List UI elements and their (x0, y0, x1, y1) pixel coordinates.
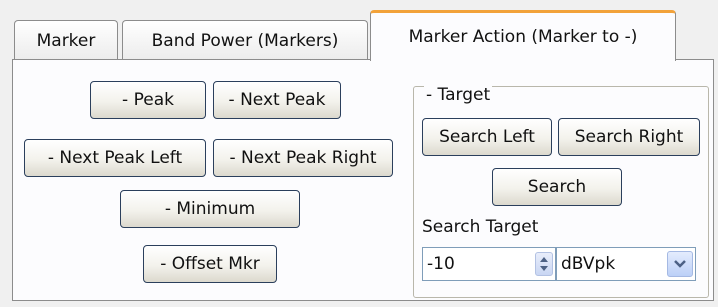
target-group-title: - Target (424, 85, 493, 105)
peak-button[interactable]: - Peak (90, 81, 206, 119)
offset-mkr-button[interactable]: - Offset Mkr (143, 245, 277, 283)
tab-marker-action[interactable]: Marker Action (Marker to -) (370, 10, 676, 61)
unit-select[interactable]: dBVpk (556, 247, 696, 281)
minimum-button[interactable]: - Minimum (120, 190, 300, 228)
search-target-input[interactable] (423, 253, 529, 275)
next-peak-left-button[interactable]: - Next Peak Left (24, 139, 206, 177)
tab-marker[interactable]: Marker (14, 20, 118, 60)
tab-band-power-label: Band Power (Markers) (151, 30, 339, 51)
target-group: - Target Search Left Search Right Search… (413, 85, 709, 298)
tab-strip: Marker Band Power (Markers) Marker Actio… (0, 0, 718, 61)
next-peak-right-button[interactable]: - Next Peak Right (213, 139, 393, 177)
marker-action-panel: - Peak - Next Peak - Next Peak Left - Ne… (12, 59, 714, 301)
search-left-button[interactable]: Search Left (422, 118, 552, 156)
search-right-button[interactable]: Search Right (558, 118, 700, 156)
next-peak-button[interactable]: - Next Peak (213, 81, 341, 119)
unit-select-value: dBVpk (561, 254, 616, 274)
tab-marker-action-label: Marker Action (Marker to -) (408, 27, 638, 47)
tab-band-power-markers[interactable]: Band Power (Markers) (122, 20, 368, 60)
chevron-down-icon[interactable] (667, 251, 693, 277)
tab-marker-label: Marker (36, 30, 96, 51)
spinner-arrows-icon[interactable] (535, 252, 553, 276)
search-target-label: Search Target (422, 217, 539, 237)
search-target-spinbox (422, 247, 556, 281)
search-button[interactable]: Search (492, 168, 622, 206)
